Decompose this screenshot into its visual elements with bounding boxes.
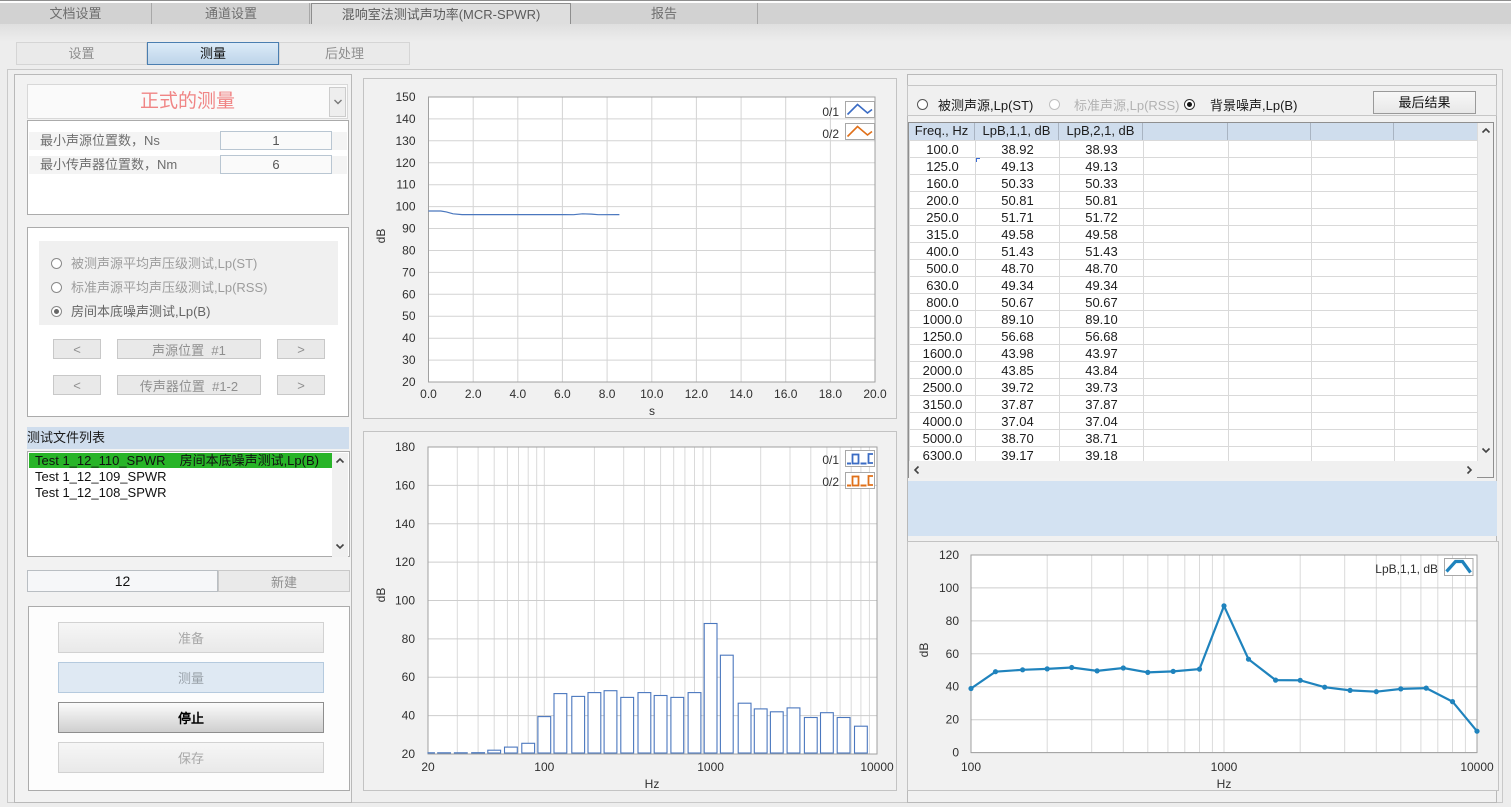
svg-text:4.0: 4.0 — [509, 387, 526, 401]
svg-text:80: 80 — [946, 614, 960, 628]
svg-text:70: 70 — [402, 265, 416, 279]
svg-text:dB: dB — [374, 229, 388, 244]
svg-text:40: 40 — [402, 331, 416, 345]
svg-text:LpB,1,1, dB: LpB,1,1, dB — [1375, 562, 1438, 576]
svg-text:80: 80 — [402, 244, 416, 258]
svg-text:0: 0 — [952, 746, 959, 760]
svg-text:140: 140 — [395, 112, 415, 126]
svg-text:20: 20 — [946, 713, 960, 727]
svg-text:60: 60 — [402, 287, 416, 301]
svg-text:120: 120 — [395, 555, 415, 569]
svg-text:14.0: 14.0 — [729, 387, 753, 401]
svg-text:60: 60 — [946, 647, 960, 661]
svg-text:180: 180 — [395, 440, 415, 454]
svg-text:20: 20 — [421, 760, 435, 774]
svg-text:10000: 10000 — [860, 760, 894, 774]
svg-text:6.0: 6.0 — [554, 387, 571, 401]
svg-text:30: 30 — [402, 353, 416, 367]
svg-text:100: 100 — [939, 581, 959, 595]
svg-text:8.0: 8.0 — [599, 387, 616, 401]
svg-text:40: 40 — [402, 709, 416, 723]
svg-text:1000: 1000 — [1211, 760, 1238, 774]
svg-text:120: 120 — [939, 548, 959, 562]
svg-text:10000: 10000 — [1460, 760, 1494, 774]
svg-text:1000: 1000 — [697, 760, 724, 774]
svg-text:100: 100 — [395, 594, 415, 608]
svg-text:s: s — [649, 404, 655, 418]
svg-text:150: 150 — [395, 90, 415, 104]
svg-text:0/2: 0/2 — [822, 475, 839, 489]
svg-text:160: 160 — [395, 478, 415, 492]
svg-text:0.0: 0.0 — [420, 387, 437, 401]
svg-text:50: 50 — [402, 309, 416, 323]
svg-text:40: 40 — [946, 680, 960, 694]
svg-text:dB: dB — [917, 643, 931, 658]
svg-text:Hz: Hz — [1217, 777, 1232, 791]
svg-text:140: 140 — [395, 517, 415, 531]
svg-text:0/1: 0/1 — [822, 105, 839, 119]
svg-text:18.0: 18.0 — [819, 387, 843, 401]
svg-text:100: 100 — [534, 760, 554, 774]
svg-text:0/2: 0/2 — [822, 127, 839, 141]
svg-text:80: 80 — [402, 632, 416, 646]
svg-text:130: 130 — [395, 134, 415, 148]
svg-text:10.0: 10.0 — [640, 387, 664, 401]
svg-text:12.0: 12.0 — [685, 387, 709, 401]
svg-text:100: 100 — [961, 760, 981, 774]
svg-text:16.0: 16.0 — [774, 387, 798, 401]
svg-text:20: 20 — [402, 747, 416, 761]
svg-text:0/1: 0/1 — [822, 453, 839, 467]
svg-text:60: 60 — [402, 670, 416, 684]
svg-text:20: 20 — [402, 375, 416, 389]
svg-text:2.0: 2.0 — [465, 387, 482, 401]
svg-text:20.0: 20.0 — [863, 387, 887, 401]
svg-text:120: 120 — [395, 156, 415, 170]
svg-text:Hz: Hz — [645, 777, 660, 791]
svg-text:dB: dB — [374, 588, 388, 603]
svg-text:90: 90 — [402, 222, 416, 236]
svg-text:110: 110 — [396, 178, 415, 192]
svg-text:100: 100 — [395, 200, 415, 214]
